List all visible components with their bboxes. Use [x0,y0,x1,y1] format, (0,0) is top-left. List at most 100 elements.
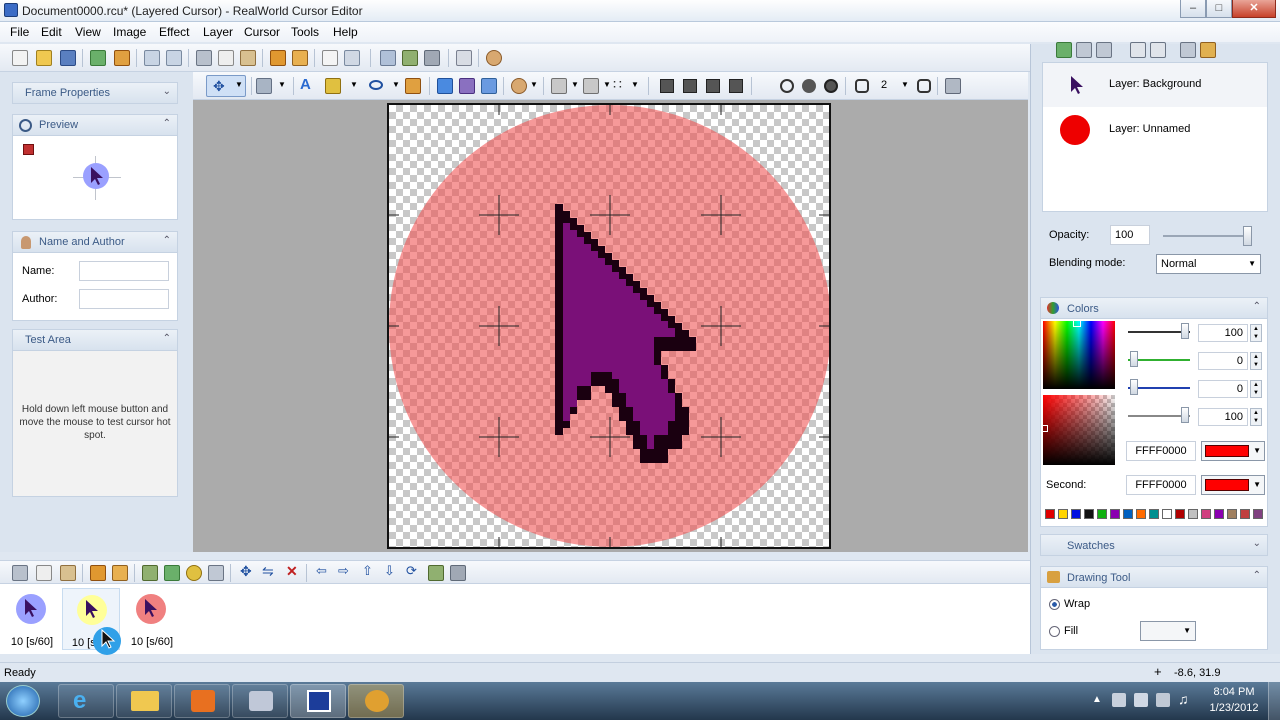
red-value[interactable]: 100 [1198,324,1248,342]
menu-tools[interactable]: Tools [291,25,319,39]
shift-frames-icon[interactable]: ⇋ [262,563,274,580]
volume-icon[interactable]: ♫ [1178,691,1189,707]
close-button[interactable]: ✕ [1232,0,1276,18]
second-color-dropdown[interactable]: ▼ [1201,475,1265,495]
fill-style-1-icon[interactable] [660,79,674,93]
fill-style-2-icon[interactable] [683,79,697,93]
antialias-icon[interactable] [945,78,961,94]
shadow-icon[interactable] [511,78,527,94]
menu-layer[interactable]: Layer [203,25,233,39]
select-mode-icon[interactable] [551,78,567,94]
color-spectrum-picker[interactable] [1043,319,1115,389]
blue-slider-thumb[interactable] [1130,379,1138,395]
duplicate-frame-icon[interactable] [112,565,128,581]
import-icon[interactable] [114,50,130,66]
shape-outline-icon[interactable] [780,79,794,93]
layer-down-icon[interactable] [1150,42,1166,58]
chevron-down-icon[interactable]: ▼ [235,80,243,89]
swatch[interactable] [1123,509,1133,519]
clock-date[interactable]: 1/23/2012 [1204,702,1264,714]
chevron-down-icon[interactable]: ▼ [530,80,538,89]
chevron-up-icon[interactable]: ⌃ [163,235,171,246]
menu-image[interactable]: Image [113,25,146,39]
test-area-header[interactable]: Test Area ⌃ [12,329,178,351]
minimize-button[interactable]: – [1180,0,1206,18]
new-icon[interactable] [12,50,28,66]
pointer-icon[interactable] [344,50,360,66]
arrow-right-icon[interactable]: ⇨ [338,563,349,579]
second-hex-input[interactable]: FFFF0000 [1126,475,1196,495]
swatch[interactable] [1084,509,1094,519]
swatch[interactable] [1097,509,1107,519]
swatch[interactable] [1214,509,1224,519]
frame-tool-icon[interactable] [450,565,466,581]
taskbar-cursor-editor[interactable] [290,684,346,718]
chevron-down-icon[interactable]: ▼ [350,80,358,89]
rotate-icon[interactable]: ⟳ [406,563,417,579]
layer-up-icon[interactable] [1130,42,1146,58]
rounded-rect-icon[interactable] [855,79,869,93]
wrap-radio[interactable] [1049,599,1060,610]
cut-frame-icon[interactable] [12,565,28,581]
fill-icon[interactable] [405,78,421,94]
chevron-down-icon[interactable]: ⌄ [163,86,171,97]
add-layer-icon[interactable] [1056,42,1072,58]
chevron-down-icon[interactable]: ▼ [571,80,579,89]
new-frame-icon[interactable] [90,565,106,581]
alpha-slider-thumb[interactable] [1181,407,1189,423]
menu-cursor[interactable]: Cursor [244,25,280,39]
text-tool-icon[interactable]: A [300,76,311,93]
swatch[interactable] [1110,509,1120,519]
green-value[interactable]: 0 [1198,352,1248,370]
crosshair-icon[interactable] [481,78,497,94]
swatch[interactable] [1045,509,1055,519]
author-input[interactable] [79,289,169,309]
taskbar-explorer[interactable] [116,684,172,718]
menu-file[interactable]: File [10,25,29,39]
tray-icon-1[interactable] [1112,693,1126,707]
swatch[interactable] [1071,509,1081,519]
chevron-up-icon[interactable]: ⌃ [163,118,171,129]
chevron-down-icon[interactable]: ▼ [392,80,400,89]
frame-thumbnail[interactable]: 10 [s/60] [122,588,178,650]
blending-mode-select[interactable]: Normal ▼ [1156,254,1261,274]
menu-effect[interactable]: Effect [159,25,189,39]
primary-color-dropdown[interactable]: ▼ [1201,441,1265,461]
copy-frame-icon[interactable] [36,565,52,581]
swatches-header[interactable]: Swatches ⌄ [1040,534,1268,556]
chevron-up-icon[interactable]: ⌃ [163,333,171,344]
arrow-down-icon[interactable]: ⇩ [384,563,395,579]
preview-header[interactable]: Preview ⌃ [12,114,178,136]
frame-properties-header[interactable]: Frame Properties ⌄ [12,82,178,104]
delete-layer-icon[interactable] [1096,42,1112,58]
taskbar-ie[interactable]: e [58,684,114,718]
clock-time[interactable]: 8:04 PM [1204,686,1264,698]
swatch[interactable] [1253,509,1263,519]
chevron-up-icon[interactable]: ⌃ [1253,301,1261,312]
taskbar-media-player[interactable] [174,684,230,718]
arrow-left-icon[interactable]: ⇦ [316,563,327,579]
swatch[interactable] [1201,509,1211,519]
export-icon[interactable] [90,50,106,66]
swatch[interactable] [1240,509,1250,519]
frame-reorder-icon[interactable] [208,565,224,581]
network-icon[interactable] [1156,693,1170,707]
duplicate-layer-icon[interactable] [1076,42,1092,58]
frame-props-icon[interactable] [142,565,158,581]
alpha-value[interactable]: 100 [1198,408,1248,426]
blue-spinner[interactable]: ▲ ▼ [1250,380,1262,398]
grid-arrows-icon[interactable]: ∷ [613,76,622,93]
shape-both-icon[interactable] [824,79,838,93]
show-desktop-button[interactable] [1268,682,1280,720]
user-icon[interactable] [486,50,502,66]
tray-arrow-icon[interactable]: ▲ [1092,694,1102,705]
layer-props-icon[interactable] [1200,42,1216,58]
red-spinner[interactable]: ▲ ▼ [1250,324,1262,342]
fill-style-3-icon[interactable] [706,79,720,93]
name-author-header[interactable]: Name and Author ⌃ [12,231,178,253]
eye-icon[interactable] [380,50,396,66]
test-area[interactable]: Hold down left mouse button and move the… [12,351,178,497]
chevron-down-icon[interactable]: ▼ [278,80,286,89]
wrench-icon[interactable] [424,50,440,66]
magic-wand-icon[interactable] [459,78,475,94]
